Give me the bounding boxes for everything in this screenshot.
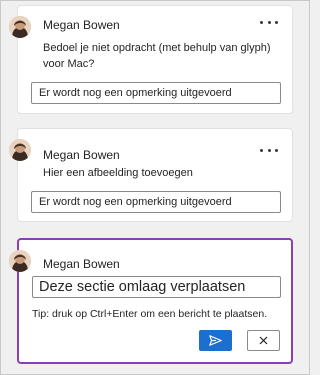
more-options-icon[interactable] [260, 17, 278, 27]
new-comment-card[interactable]: Megan Bowen Tip: druk op Ctrl+Enter om e… [9, 238, 293, 364]
comment-thread-1[interactable]: Megan Bowen Bedoel je niet opdracht (met… [9, 5, 293, 114]
comment-input[interactable] [32, 276, 281, 298]
close-icon [259, 336, 268, 345]
send-icon [209, 335, 222, 346]
comment-text: Hier een afbeelding toevoegen [43, 167, 193, 179]
comment-author: Megan Bowen [43, 18, 120, 32]
reply-field[interactable]: Er wordt nog een opmerking uitgevoerd [31, 191, 281, 213]
comment-thread-2[interactable]: Megan Bowen Hier een afbeelding toevoege… [9, 128, 293, 222]
post-tip: Tip: druk op Ctrl+Enter om een bericht t… [32, 308, 268, 320]
comment-text: Bedoel je niet opdracht (met behulp van … [43, 42, 271, 70]
avatar [9, 250, 31, 272]
more-options-icon[interactable] [260, 145, 278, 155]
send-button[interactable] [199, 330, 232, 351]
avatar [9, 139, 31, 161]
cancel-button[interactable] [247, 330, 280, 351]
avatar [9, 16, 31, 38]
comment-author: Megan Bowen [43, 148, 120, 162]
comment-author: Megan Bowen [43, 257, 120, 271]
reply-field[interactable]: Er wordt nog een opmerking uitgevoerd [31, 82, 281, 104]
